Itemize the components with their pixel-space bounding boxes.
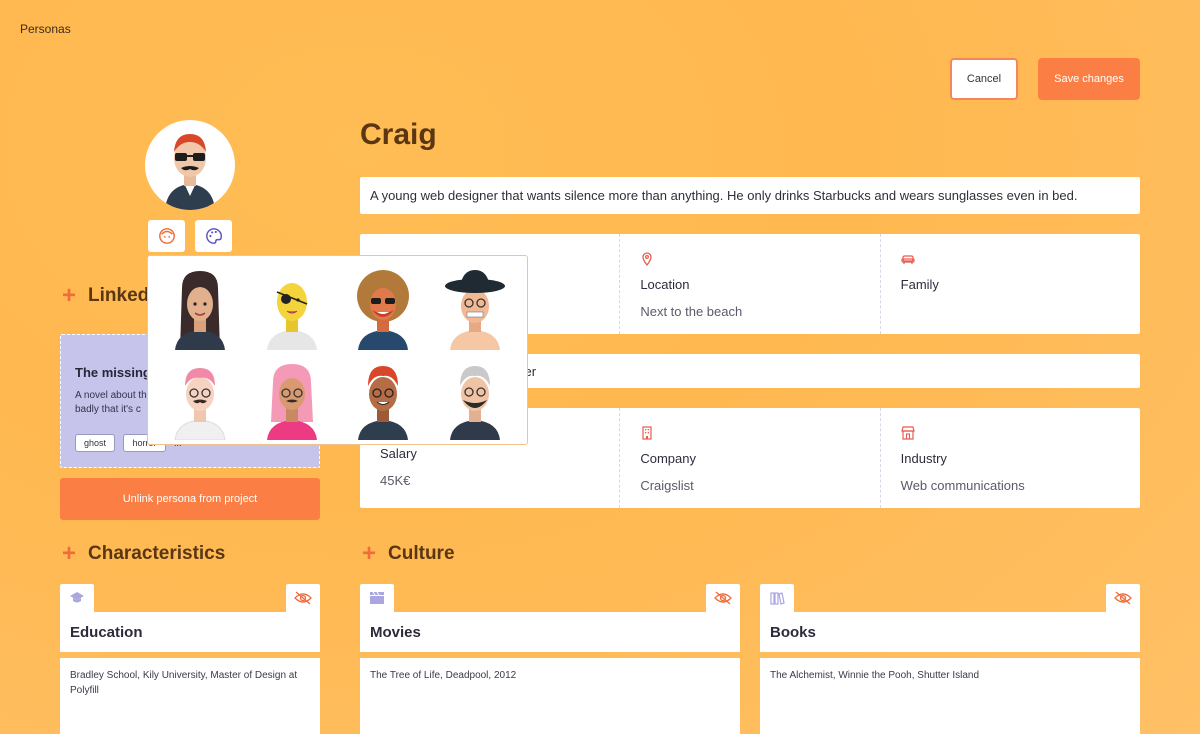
books-icon	[760, 584, 794, 612]
linked-section-title: + Linked	[62, 284, 149, 308]
company-value: Craigslist	[640, 478, 694, 493]
company-cell[interactable]: Company Craigslist	[620, 408, 881, 508]
avatar-option[interactable]	[338, 260, 430, 350]
education-card[interactable]: Education Bradley School, Kily Universit…	[60, 584, 320, 734]
sofa-icon	[901, 255, 915, 264]
hide-eye-icon[interactable]	[286, 584, 320, 612]
persona-description[interactable]: A young web designer that wants silence …	[360, 177, 1140, 214]
movies-text[interactable]: The Tree of Life, Deadpool, 2012	[360, 658, 740, 734]
breadcrumb[interactable]: Personas	[20, 22, 71, 36]
avatar-option[interactable]	[154, 260, 246, 350]
industry-value: Web communications	[900, 478, 1025, 493]
industry-cell[interactable]: Industry Web communications	[881, 408, 1140, 508]
salary-value: 45K€	[380, 473, 411, 488]
clapperboard-icon	[360, 584, 394, 612]
avatar	[145, 120, 235, 210]
culture-section-title: + Culture	[362, 542, 455, 566]
avatar-option[interactable]	[246, 260, 338, 350]
characteristics-section-title: + Characteristics	[62, 542, 225, 566]
avatar-option[interactable]	[338, 350, 430, 440]
family-label: Family	[900, 277, 939, 292]
avatar-option[interactable]	[429, 260, 521, 350]
persona-name[interactable]: Craig	[360, 118, 437, 152]
face-icon	[158, 228, 175, 244]
culture-title-text: Culture	[388, 543, 455, 564]
location-pin-icon	[642, 252, 652, 267]
salary-label: Salary	[380, 446, 417, 461]
plus-icon[interactable]: +	[62, 542, 76, 566]
books-card[interactable]: Books The Alchemist, Winnie the Pooh, Sh…	[760, 584, 1140, 734]
movies-title: Movies	[360, 612, 740, 652]
company-label: Company	[640, 451, 696, 466]
avatar-option[interactable]	[154, 350, 246, 440]
characteristics-title-text: Characteristics	[88, 543, 226, 564]
hide-eye-icon[interactable]	[706, 584, 740, 612]
hide-eye-icon[interactable]	[1106, 584, 1140, 612]
books-title: Books	[760, 612, 1140, 652]
linked-title-text: Linked	[88, 285, 150, 306]
unlink-persona-button[interactable]: Unlink persona from project	[60, 478, 320, 520]
palette-icon	[205, 228, 222, 244]
avatar-picker-popup	[147, 255, 528, 445]
avatar-option[interactable]	[246, 350, 338, 440]
movies-card[interactable]: Movies The Tree of Life, Deadpool, 2012	[360, 584, 740, 734]
save-changes-button[interactable]: Save changes	[1038, 58, 1140, 100]
graduation-cap-icon	[60, 584, 94, 612]
avatar-option[interactable]	[429, 350, 521, 440]
education-text[interactable]: Bradley School, Kily University, Master …	[60, 658, 320, 734]
tag[interactable]: ghost	[75, 434, 116, 452]
plus-icon[interactable]: +	[362, 542, 376, 566]
location-value: Next to the beach	[640, 304, 743, 319]
location-label: Location	[640, 277, 690, 292]
face-picker-button[interactable]	[148, 220, 185, 252]
building-icon	[642, 426, 652, 440]
cancel-button[interactable]: Cancel	[950, 58, 1018, 100]
plus-icon[interactable]: +	[62, 284, 76, 308]
palette-button[interactable]	[195, 220, 232, 252]
location-cell[interactable]: Location Next to the beach	[620, 234, 881, 334]
books-text[interactable]: The Alchemist, Winnie the Pooh, Shutter …	[760, 658, 1140, 734]
industry-label: Industry	[900, 451, 947, 466]
education-title: Education	[60, 612, 320, 652]
store-icon	[900, 426, 915, 440]
family-cell[interactable]: Family	[881, 234, 1140, 334]
